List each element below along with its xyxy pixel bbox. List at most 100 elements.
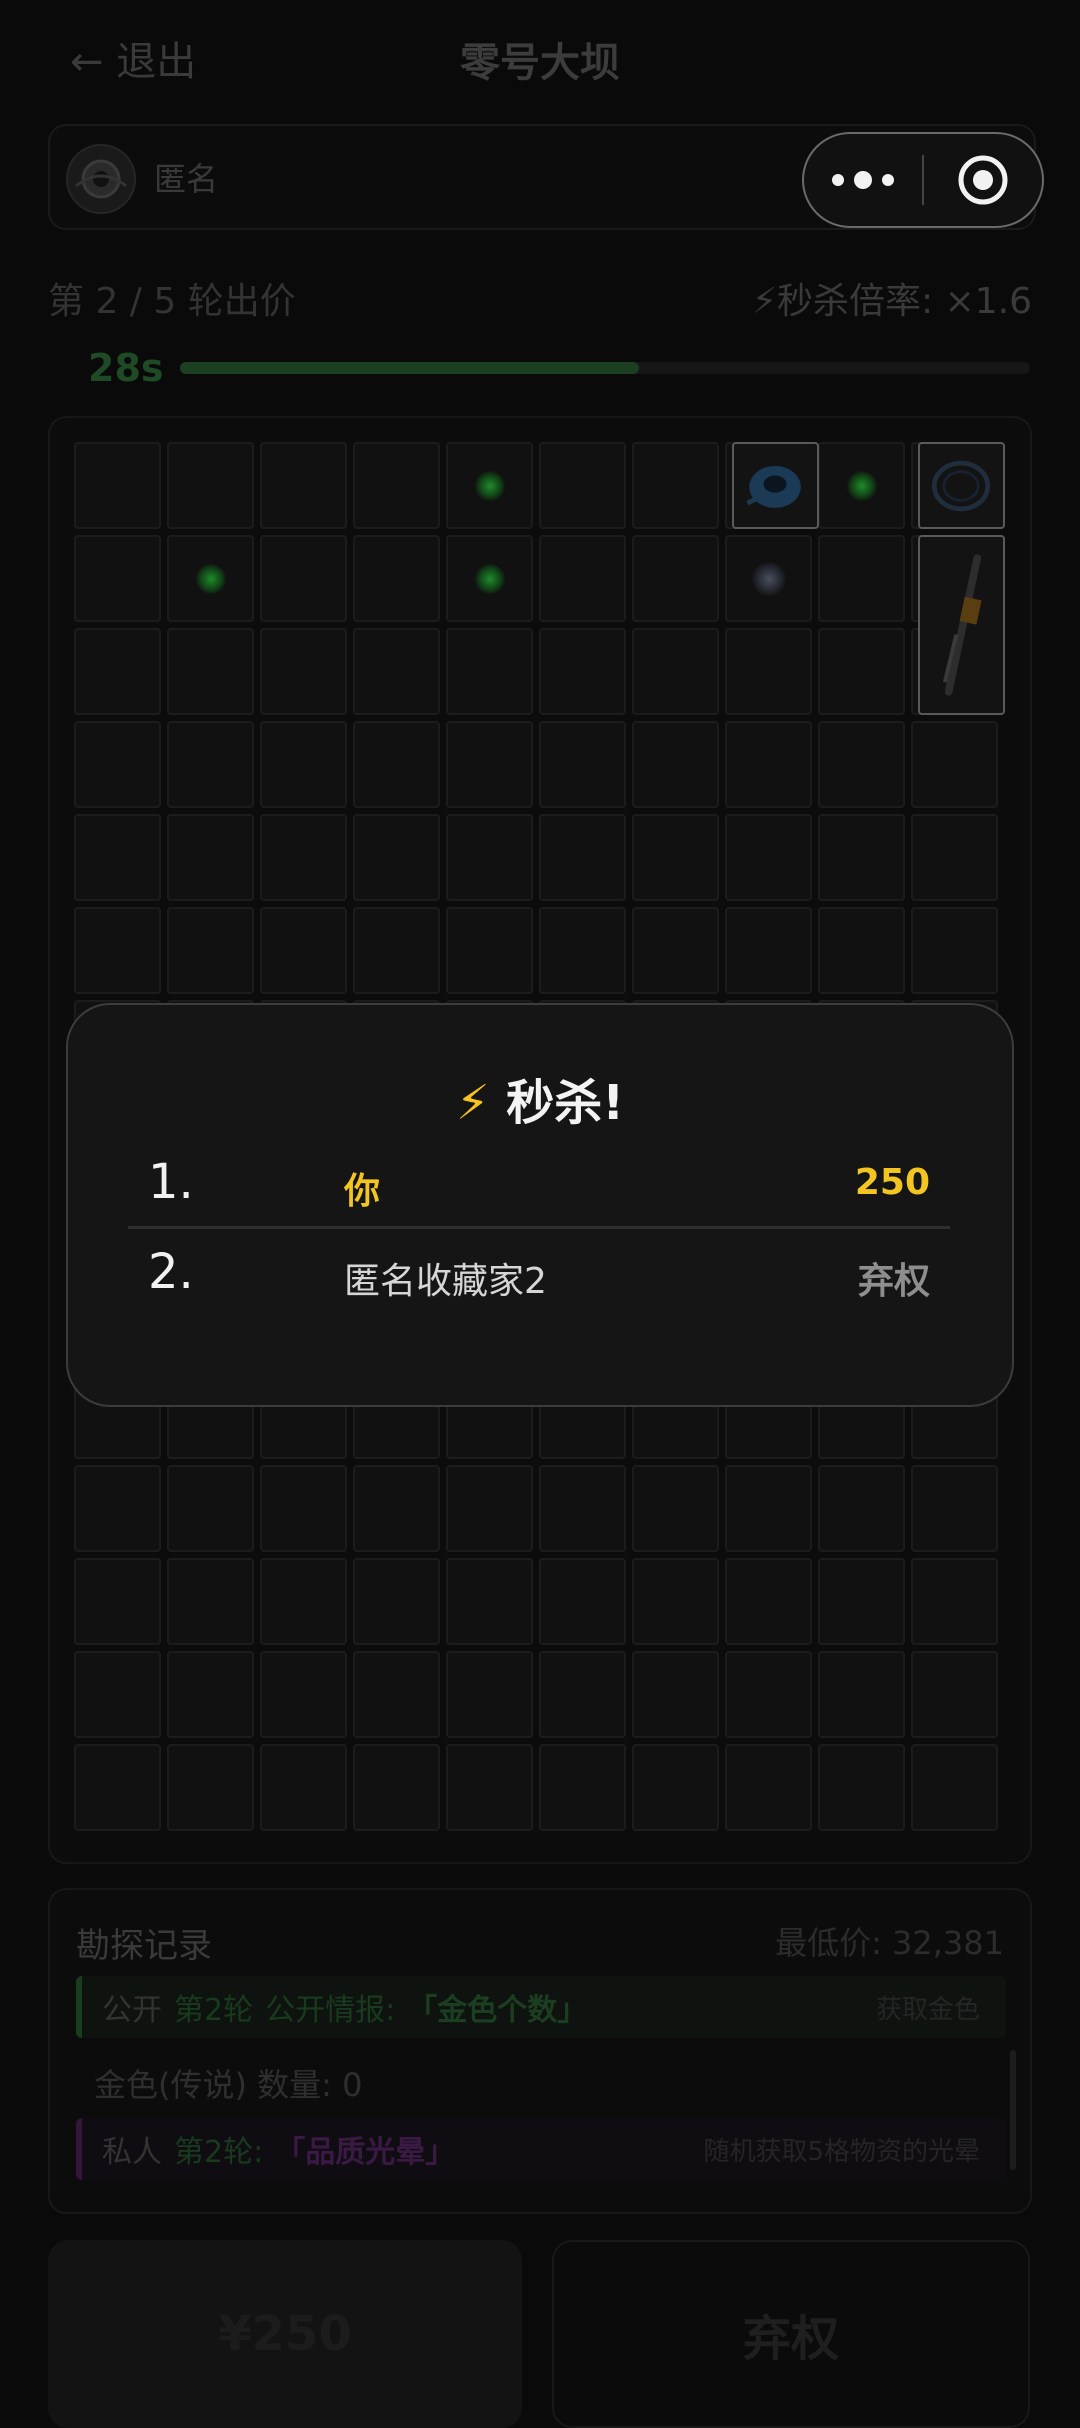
grid-cell[interactable] xyxy=(167,1744,254,1831)
grid-cell[interactable] xyxy=(539,1651,626,1738)
grid-cell[interactable] xyxy=(818,628,905,715)
grid-cell[interactable] xyxy=(446,814,533,901)
grid-cell[interactable] xyxy=(539,721,626,808)
grid-cell[interactable] xyxy=(74,814,161,901)
grid-cell[interactable] xyxy=(725,628,812,715)
grid-cell[interactable] xyxy=(725,1558,812,1645)
grid-cell[interactable] xyxy=(260,1744,347,1831)
grid-cell[interactable] xyxy=(167,1651,254,1738)
grid-cell[interactable] xyxy=(353,721,440,808)
grid-cell[interactable] xyxy=(74,1744,161,1831)
grid-cell[interactable] xyxy=(539,628,626,715)
grid-cell[interactable] xyxy=(725,814,812,901)
grid-cell[interactable] xyxy=(539,1465,626,1552)
grid-cell[interactable] xyxy=(911,1465,998,1552)
grid-cell[interactable] xyxy=(446,1744,533,1831)
grid-cell[interactable] xyxy=(818,721,905,808)
grid-cell[interactable] xyxy=(74,1651,161,1738)
grid-cell[interactable] xyxy=(818,1651,905,1738)
grid-cell[interactable] xyxy=(911,1744,998,1831)
grid-cell[interactable] xyxy=(353,628,440,715)
grid-cell[interactable] xyxy=(260,1651,347,1738)
grid-cell[interactable] xyxy=(167,442,254,529)
grid-cell[interactable] xyxy=(260,1558,347,1645)
grid-cell[interactable] xyxy=(167,535,254,622)
grid-cell[interactable] xyxy=(632,1744,719,1831)
grid-cell[interactable] xyxy=(539,907,626,994)
grid-cell[interactable] xyxy=(539,1558,626,1645)
grid-cell[interactable] xyxy=(167,907,254,994)
grid-cell[interactable] xyxy=(539,535,626,622)
grid-cell[interactable] xyxy=(632,628,719,715)
grid-cell[interactable] xyxy=(632,442,719,529)
grid-cell[interactable] xyxy=(539,814,626,901)
grid-cell[interactable] xyxy=(74,721,161,808)
grid-cell[interactable] xyxy=(725,535,812,622)
grid-cell[interactable] xyxy=(818,1744,905,1831)
grid-cell[interactable] xyxy=(167,721,254,808)
grid-cell[interactable] xyxy=(446,442,533,529)
grid-cell[interactable] xyxy=(725,907,812,994)
grid-cell[interactable] xyxy=(260,721,347,808)
grid-cell[interactable] xyxy=(818,814,905,901)
grid-cell[interactable] xyxy=(911,907,998,994)
grid-cell[interactable] xyxy=(632,1558,719,1645)
item-cable[interactable] xyxy=(918,442,1005,529)
grid-cell[interactable] xyxy=(818,535,905,622)
pass-button[interactable]: 弃权 xyxy=(552,2240,1030,2428)
grid-cell[interactable] xyxy=(260,628,347,715)
grid-cell[interactable] xyxy=(911,721,998,808)
grid-cell[interactable] xyxy=(725,1465,812,1552)
grid-cell[interactable] xyxy=(446,721,533,808)
avatar[interactable] xyxy=(66,144,136,214)
grid-cell[interactable] xyxy=(74,1558,161,1645)
grid-cell[interactable] xyxy=(353,535,440,622)
grid-cell[interactable] xyxy=(446,628,533,715)
grid-cell[interactable] xyxy=(353,1744,440,1831)
grid-cell[interactable] xyxy=(260,907,347,994)
grid-cell[interactable] xyxy=(260,1465,347,1552)
grid-cell[interactable] xyxy=(725,1744,812,1831)
grid-cell[interactable] xyxy=(725,721,812,808)
grid-cell[interactable] xyxy=(74,907,161,994)
bid-button[interactable]: ¥250 xyxy=(48,2240,522,2428)
grid-cell[interactable] xyxy=(353,1465,440,1552)
grid-cell[interactable] xyxy=(74,1465,161,1552)
grid-cell[interactable] xyxy=(725,1651,812,1738)
grid-cell[interactable] xyxy=(632,907,719,994)
more-dots-icon[interactable] xyxy=(804,171,922,189)
record-scrollbar[interactable] xyxy=(1010,2050,1016,2170)
grid-cell[interactable] xyxy=(818,907,905,994)
grid-cell[interactable] xyxy=(74,628,161,715)
grid-cell[interactable] xyxy=(818,1465,905,1552)
grid-cell[interactable] xyxy=(632,535,719,622)
grid-cell[interactable] xyxy=(167,1558,254,1645)
target-icon[interactable] xyxy=(924,153,1042,207)
grid-cell[interactable] xyxy=(167,628,254,715)
item-tool[interactable] xyxy=(918,535,1005,715)
item-tape-roll[interactable] xyxy=(732,442,819,529)
grid-cell[interactable] xyxy=(353,907,440,994)
grid-cell[interactable] xyxy=(818,442,905,529)
grid-cell[interactable] xyxy=(632,814,719,901)
grid-cell[interactable] xyxy=(632,1465,719,1552)
grid-cell[interactable] xyxy=(260,814,347,901)
grid-cell[interactable] xyxy=(446,1465,533,1552)
grid-cell[interactable] xyxy=(911,1558,998,1645)
grid-cell[interactable] xyxy=(167,1465,254,1552)
grid-cell[interactable] xyxy=(539,442,626,529)
grid-cell[interactable] xyxy=(353,1651,440,1738)
grid-cell[interactable] xyxy=(446,907,533,994)
grid-cell[interactable] xyxy=(167,814,254,901)
grid-cell[interactable] xyxy=(632,1651,719,1738)
grid-cell[interactable] xyxy=(446,1558,533,1645)
grid-cell[interactable] xyxy=(74,442,161,529)
grid-cell[interactable] xyxy=(632,721,719,808)
grid-cell[interactable] xyxy=(539,1744,626,1831)
grid-cell[interactable] xyxy=(353,1558,440,1645)
grid-cell[interactable] xyxy=(446,1651,533,1738)
grid-cell[interactable] xyxy=(818,1558,905,1645)
grid-cell[interactable] xyxy=(74,535,161,622)
grid-cell[interactable] xyxy=(353,814,440,901)
grid-cell[interactable] xyxy=(260,442,347,529)
